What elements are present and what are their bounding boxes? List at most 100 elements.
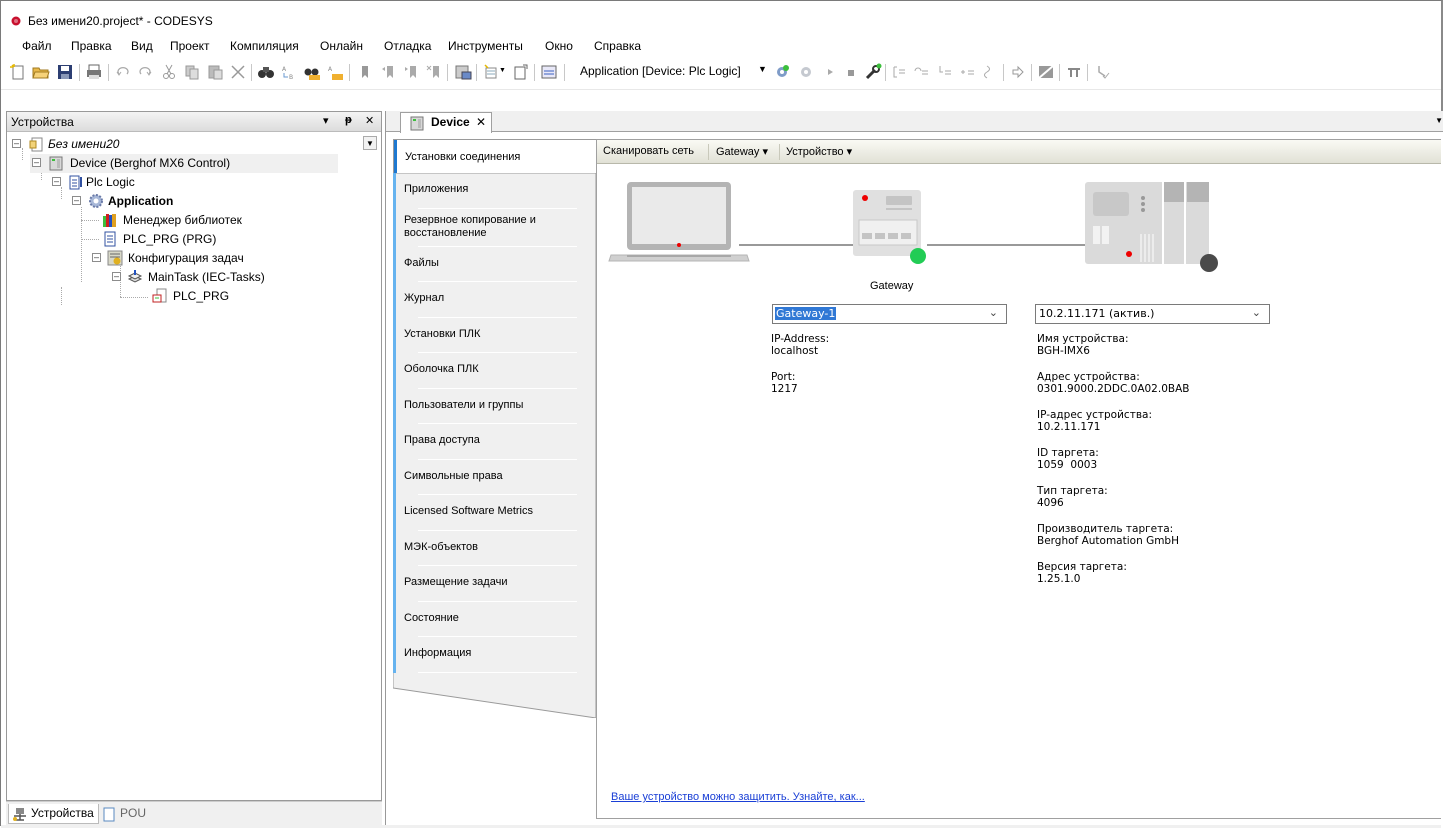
toolbar-separator (251, 64, 252, 81)
device-menu-button[interactable]: Устройство ▾ (786, 145, 852, 158)
collapse-toggle[interactable]: – (112, 272, 121, 281)
close-tab-button[interactable]: ✕ (476, 115, 486, 129)
stop-icon[interactable] (842, 63, 860, 81)
side-tab-14[interactable]: Информация (393, 637, 597, 673)
delete-icon[interactable] (229, 63, 247, 81)
undo-icon[interactable] (114, 63, 132, 81)
new-project-icon[interactable] (9, 63, 27, 81)
device-config-icon[interactable] (454, 63, 472, 81)
side-tab-label: Права доступа (404, 434, 480, 446)
collapse-toggle[interactable]: – (52, 177, 61, 186)
save-icon[interactable] (56, 63, 74, 81)
bookmark-icon[interactable] (356, 63, 374, 81)
menu-edit[interactable]: Правка (71, 39, 112, 53)
side-tab-5[interactable]: Установки ПЛК (393, 317, 597, 353)
side-tab-7[interactable]: Пользователи и группы (393, 388, 597, 424)
menu-view[interactable]: Вид (131, 39, 153, 53)
device-selector[interactable]: 10.2.11.171 (актив.) ⌄ (1035, 304, 1270, 324)
side-tab-1[interactable]: Приложения (393, 173, 597, 209)
menu-help[interactable]: Справка (594, 39, 641, 53)
reset-tool-icon[interactable] (864, 63, 882, 81)
prev-bookmark-icon[interactable] (379, 63, 397, 81)
copy-icon[interactable] (183, 63, 201, 81)
menu-online[interactable]: Онлайн (320, 39, 363, 53)
title-bar: Без имени20.project* - CODESYS (1, 1, 1441, 35)
menu-debug[interactable]: Отладка (384, 39, 431, 53)
step-into-icon[interactable] (935, 63, 953, 81)
side-tab-8[interactable]: Права доступа (393, 424, 597, 460)
show-next-statement-icon[interactable] (1009, 63, 1027, 81)
next-bookmark-icon[interactable] (402, 63, 420, 81)
visualization-icon[interactable] (540, 63, 558, 81)
logout-icon[interactable] (797, 63, 815, 81)
replace-in-project-icon[interactable]: A (326, 63, 344, 81)
object-properties-icon[interactable] (512, 63, 530, 81)
write-values-icon[interactable] (1065, 63, 1083, 81)
collapse-toggle[interactable]: – (92, 253, 101, 262)
side-tab-3[interactable]: Файлы (393, 246, 597, 282)
side-tab-2[interactable]: Резервное копирование и восстановление (393, 208, 597, 247)
collapse-toggle[interactable]: – (72, 196, 81, 205)
side-tab-10[interactable]: Licensed Software Metrics (393, 495, 597, 531)
pane-close-button[interactable]: ✕ (365, 114, 374, 127)
tab-device[interactable]: Device ✕ (400, 112, 492, 133)
side-tab-12[interactable]: Размещение задачи (393, 566, 597, 602)
menu-bar: Файл Правка Вид Проект Компиляция Онлайн… (1, 35, 1441, 57)
side-tab-9[interactable]: Символьные права (393, 459, 597, 495)
tab-devices[interactable]: Устройства (8, 804, 99, 824)
menu-tools[interactable]: Инструменты (448, 39, 523, 53)
collapse-toggle[interactable]: – (12, 139, 21, 148)
toolbar-separator (476, 64, 477, 81)
tree-node-task-config[interactable]: – Конфигурация задач (92, 249, 292, 268)
gateway-menu-button[interactable]: Gateway ▾ (716, 145, 768, 158)
scan-network-button[interactable]: Сканировать сеть (603, 145, 694, 157)
tab-pou[interactable]: POU (98, 804, 150, 824)
tree-dropdown-button[interactable]: ▼ (363, 136, 377, 150)
start-icon[interactable] (821, 63, 839, 81)
login-icon[interactable] (773, 63, 791, 81)
side-tab-11[interactable]: МЭК-объектов (393, 530, 597, 566)
tab-overflow-icon[interactable]: ▼ (1435, 116, 1443, 125)
tree-node-plc-logic[interactable]: – Plc Logic (52, 173, 252, 192)
release-force-icon[interactable] (1093, 63, 1111, 81)
force-values-icon[interactable] (1037, 63, 1055, 81)
chevron-down-icon[interactable]: ⌄ (989, 306, 998, 319)
step-out-icon[interactable] (958, 63, 976, 81)
add-object-dropdown-icon[interactable]: ▼ (499, 67, 506, 74)
menu-build[interactable]: Компиляция (230, 39, 299, 53)
clear-bookmarks-icon[interactable] (425, 63, 443, 81)
pane-pin-button[interactable]: ᵽ (345, 114, 352, 126)
step-over-icon[interactable] (912, 63, 930, 81)
collapse-toggle[interactable]: – (32, 158, 41, 167)
chevron-down-icon[interactable]: ⌄ (1252, 306, 1261, 319)
tree-node-application[interactable]: – Application (72, 192, 272, 211)
replace-icon[interactable]: AB (280, 63, 298, 81)
tree-node-maintask[interactable]: – MainTask (IEC-Tasks) (112, 268, 312, 287)
tree-node-plc-prg[interactable]: PLC_PRG (PRG) (97, 230, 297, 249)
open-folder-icon[interactable] (32, 63, 50, 81)
tree-node-library-manager[interactable]: Менеджер библиотек (97, 211, 297, 230)
protect-device-link[interactable]: Ваше устройство можно защитить. Узнайте,… (611, 791, 865, 803)
side-tab-13[interactable]: Состояние (393, 601, 597, 637)
side-tab-6[interactable]: Оболочка ПЛК (393, 353, 597, 389)
redo-icon[interactable] (136, 63, 154, 81)
gateway-selector[interactable]: Gateway-1 ⌄ (772, 304, 1007, 324)
menu-project[interactable]: Проект (170, 39, 210, 53)
side-tab-0[interactable]: Установки соединения (393, 139, 597, 173)
active-application-dropdown-icon[interactable]: ▼ (758, 64, 767, 74)
paste-icon[interactable] (206, 63, 224, 81)
tree-node-device[interactable]: – Device (Berghof MX6 Control) (30, 154, 338, 173)
side-tab-4[interactable]: Журнал (393, 282, 597, 318)
menu-window[interactable]: Окно (545, 39, 573, 53)
print-icon[interactable] (85, 63, 103, 81)
active-application-selector[interactable]: Application [Device: Plc Logic] (580, 64, 741, 78)
breakpoint-icon[interactable] (890, 63, 908, 81)
run-to-cursor-icon[interactable] (981, 63, 999, 81)
find-in-project-icon[interactable] (303, 63, 321, 81)
cut-icon[interactable] (160, 63, 178, 81)
tree-node-plc-prg-call[interactable]: PLC_PRG (147, 287, 347, 306)
find-icon[interactable] (257, 63, 275, 81)
pane-menu-button[interactable]: ▾ (323, 114, 329, 127)
menu-file[interactable]: Файл (22, 39, 52, 53)
tree-node-project[interactable]: – Без имени20 (12, 135, 312, 154)
